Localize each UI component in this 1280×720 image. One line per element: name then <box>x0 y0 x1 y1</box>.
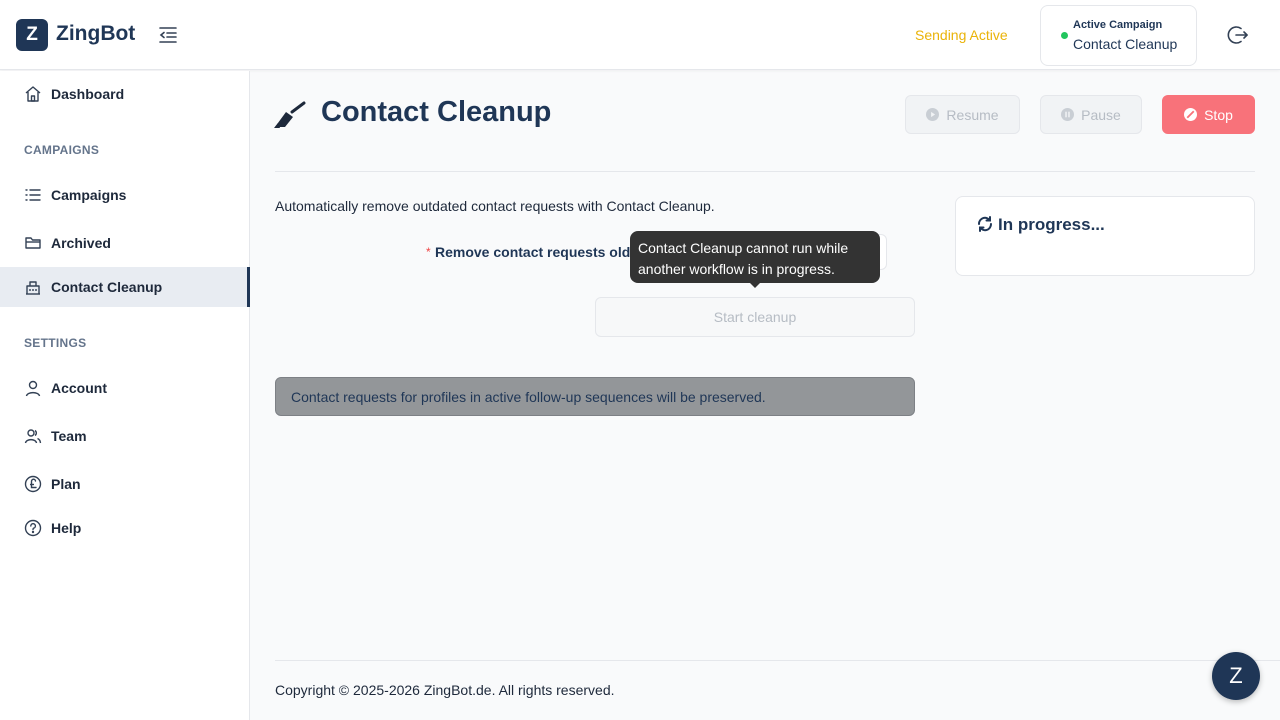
active-campaign-card[interactable]: Active Campaign Contact Cleanup <box>1040 5 1197 66</box>
page-title: Contact Cleanup <box>321 96 552 128</box>
sending-status: Sending Active <box>915 27 1008 43</box>
top-header: Z ZingBot Sending Active Active Campaign… <box>0 0 1280 70</box>
pause-label: Pause <box>1081 106 1121 123</box>
users-icon <box>24 429 42 444</box>
question-icon <box>24 519 42 537</box>
sidebar-item-help[interactable]: Help <box>0 508 250 548</box>
sidebar-item-contact-cleanup[interactable]: Contact Cleanup <box>0 267 250 307</box>
active-dot <box>1061 32 1068 39</box>
section-title-campaigns: CAMPAIGNS <box>24 143 100 157</box>
logo-mark: Z <box>16 19 48 51</box>
sidebar-item-label: Dashboard <box>51 86 125 102</box>
user-icon <box>25 380 41 397</box>
required-marker: * <box>426 245 431 259</box>
sidebar-item-account[interactable]: Account <box>0 368 250 408</box>
stop-button[interactable]: Stop <box>1162 95 1255 134</box>
sidebar-item-label: Archived <box>51 235 111 251</box>
info-message: Contact requests for profiles in active … <box>275 377 915 416</box>
sidebar-item-archived[interactable]: Archived <box>0 223 250 263</box>
page-description: Automatically remove outdated contact re… <box>275 198 715 214</box>
building-icon <box>26 281 40 295</box>
sidebar-item-dashboard[interactable]: Dashboard <box>0 74 250 114</box>
resume-button[interactable]: Resume <box>905 95 1020 134</box>
sidebar-item-label: Help <box>51 520 82 536</box>
chat-launcher-button[interactable]: Z <box>1212 652 1260 700</box>
pause-icon <box>1061 108 1075 121</box>
active-campaign-name: Contact Cleanup <box>1073 36 1178 52</box>
sidebar-item-plan[interactable]: Plan <box>0 464 250 504</box>
footer-copyright: Copyright © 2025-2026 ZingBot.de. All ri… <box>275 682 615 698</box>
section-title-settings: SETTINGS <box>24 336 87 350</box>
sidebar: Dashboard CAMPAIGNS Campaigns Archived C… <box>0 71 250 720</box>
tooltip-arrow <box>750 283 760 288</box>
list-icon <box>25 189 41 201</box>
start-cleanup-button[interactable]: Start cleanup <box>595 297 915 337</box>
stop-icon <box>1184 108 1198 121</box>
refresh-icon <box>977 216 993 232</box>
progress-card: In progress... <box>955 196 1255 276</box>
sidebar-item-campaigns[interactable]: Campaigns <box>0 175 250 215</box>
title-divider <box>275 171 1255 172</box>
sidebar-item-team[interactable]: Team <box>0 416 250 456</box>
stop-label: Stop <box>1204 106 1233 123</box>
sidebar-item-label: Team <box>51 428 87 444</box>
sidebar-item-label: Contact Cleanup <box>51 279 163 295</box>
disabled-tooltip: Contact Cleanup cannot run while another… <box>630 231 880 283</box>
sidebar-item-label: Account <box>51 380 107 396</box>
folder-icon <box>25 237 41 249</box>
sidebar-item-label: Campaigns <box>51 187 127 203</box>
progress-status: In progress... <box>998 215 1105 234</box>
logout-icon[interactable] <box>1226 23 1250 47</box>
pound-icon <box>24 475 42 493</box>
home-icon <box>25 86 41 102</box>
pause-button[interactable]: Pause <box>1040 95 1142 134</box>
play-icon <box>926 108 940 121</box>
active-campaign-label: Active Campaign <box>1073 19 1163 31</box>
app-name: ZingBot <box>56 22 136 45</box>
footer-divider <box>275 660 1280 661</box>
sidebar-item-label: Plan <box>51 476 81 492</box>
resume-label: Resume <box>946 106 999 123</box>
menu-collapse-icon[interactable] <box>157 24 179 46</box>
broom-icon <box>274 101 306 128</box>
